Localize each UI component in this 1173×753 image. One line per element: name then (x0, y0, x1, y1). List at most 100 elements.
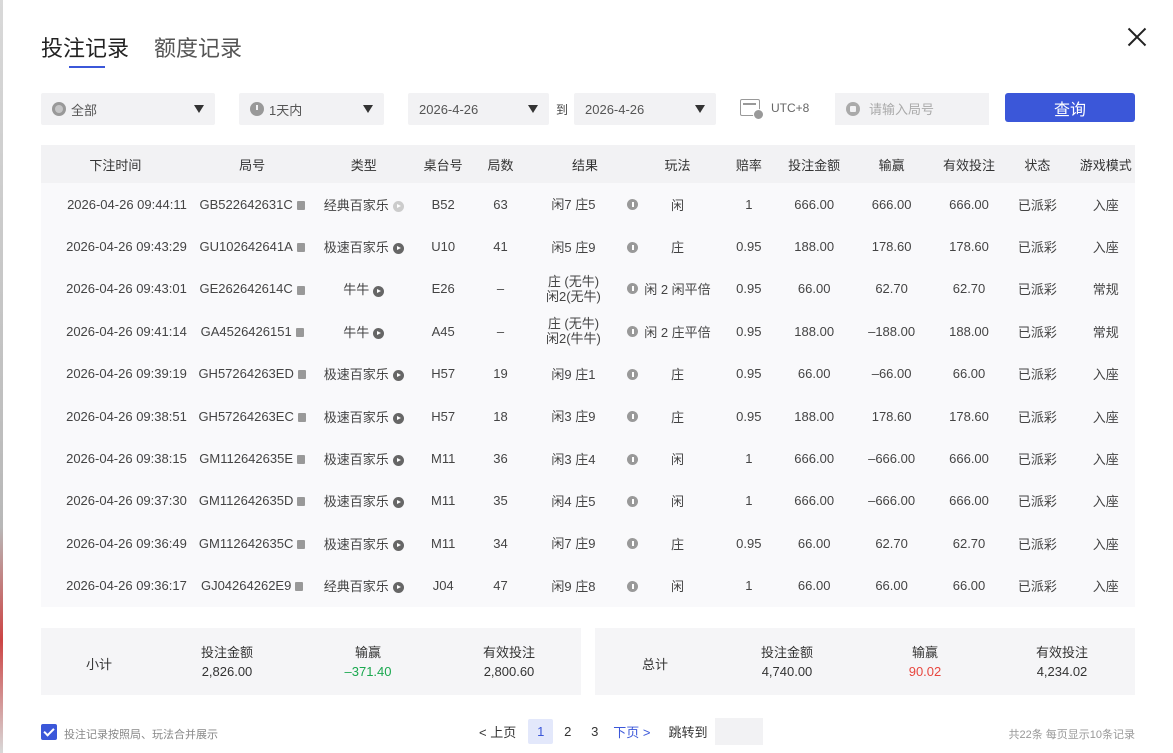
play-video-icon[interactable] (392, 200, 404, 212)
valid-bet-text: 178.60 (949, 239, 989, 255)
tab-credit-records[interactable]: 额度记录 (154, 34, 242, 68)
info-icon[interactable] (627, 199, 639, 211)
table-row[interactable]: 2026-04-26 09:44:11 GB522642631C 经典百家乐 B52 6… (41, 183, 1135, 226)
bet-time-text: 2026-04-26 09:41:14 (66, 323, 187, 339)
column-header: 状态 (1024, 157, 1051, 173)
game-mode-text: 入座 (1092, 240, 1119, 256)
play-video-icon[interactable] (373, 327, 385, 339)
result-line: 闲2(牛牛) (546, 331, 601, 347)
odds: 1 (713, 565, 785, 607)
bet-amount-text: 66.00 (797, 535, 831, 551)
play-video-icon[interactable] (392, 497, 404, 509)
column-header: 游戏模式 (1079, 157, 1132, 173)
play-video-icon[interactable] (392, 370, 404, 382)
game-type-text: 极速百家乐 (323, 494, 389, 510)
round-count: 41 (473, 225, 527, 267)
copy-icon[interactable] (296, 285, 305, 295)
game-mode-text: 入座 (1092, 579, 1119, 595)
table-row[interactable]: 2026-04-26 09:38:15 GM112642635E 极速百家乐 M11 3… (41, 437, 1135, 480)
win-loss-text: –666.00 (868, 493, 916, 509)
bet-amount-text: 188.00 (794, 323, 835, 339)
copy-icon[interactable] (295, 327, 304, 337)
timezone-picker[interactable]: UTC+8 (740, 99, 809, 120)
game-mode-text: 入座 (1092, 367, 1119, 383)
close-icon[interactable] (1124, 24, 1150, 50)
table-number: M11 (413, 480, 473, 522)
play-video-icon[interactable] (392, 243, 404, 255)
game-type: 极速百家乐 (314, 522, 413, 564)
table-row[interactable]: 2026-04-26 09:41:14 GA4526426151 牛牛 A45 – 庄 (… (41, 310, 1135, 353)
bet-time-text: 2026-04-26 09:37:30 (66, 493, 187, 509)
bet-amount: 66.00 (785, 565, 843, 607)
table-row[interactable]: 2026-04-26 09:38:51 GH57264263EC 极速百家乐 H57 1… (41, 394, 1135, 438)
valid-bet: 666.00 (940, 183, 998, 225)
copy-icon[interactable] (297, 370, 306, 380)
info-icon[interactable] (627, 283, 639, 295)
play-video-icon[interactable] (392, 412, 404, 424)
game-filter-select[interactable]: 全部 (41, 93, 215, 125)
info-icon[interactable] (627, 241, 639, 253)
info-icon[interactable] (627, 495, 639, 507)
game-mode-text: 常规 (1092, 324, 1119, 340)
table-row[interactable]: 2026-04-26 09:36:49 GM112642635C 极速百家乐 M11 3… (41, 522, 1135, 565)
date-to-value: 2026-4-26 (585, 101, 645, 117)
period-filter-select[interactable]: 1天内 (239, 93, 384, 125)
date-to-select[interactable]: 2026-4-26 (574, 93, 716, 125)
table-row[interactable]: 2026-04-26 09:39:19 GH57264263ED 极速百家乐 H57 1… (41, 352, 1135, 395)
status: 已派彩 (998, 225, 1076, 267)
info-icon[interactable] (627, 538, 639, 550)
page-3-link[interactable]: 3 (582, 719, 607, 744)
copy-icon[interactable] (296, 243, 305, 253)
bet-time: 2026-04-26 09:36:17 (41, 565, 190, 607)
table-row[interactable]: 2026-04-26 09:43:01 GE262642614C 牛牛 E26 – 庄 (… (41, 267, 1135, 311)
play-video-icon[interactable] (392, 539, 404, 551)
copy-icon[interactable] (297, 455, 305, 465)
table-row[interactable]: 2026-04-26 09:37:30 GM112642635D 极速百家乐 M11 3… (41, 479, 1135, 523)
game-type-text: 极速百家乐 (323, 452, 389, 468)
round-count: 47 (473, 565, 527, 607)
result-line: 闲4 庄5 (551, 493, 596, 509)
odds: 0.95 (713, 395, 785, 437)
subtotal-amount-value: 2,826.00 (201, 664, 253, 679)
query-button[interactable]: 查询 (1005, 93, 1135, 122)
copy-icon[interactable] (297, 412, 306, 422)
column-header: 投注金额 (788, 157, 841, 173)
play-video-icon[interactable] (392, 582, 404, 594)
play-video-icon[interactable] (373, 285, 385, 297)
table-row[interactable]: 2026-04-26 09:36:17 GJ04264262E9 经典百家乐 J04 4… (41, 564, 1135, 607)
play-video-icon[interactable] (392, 455, 404, 467)
date-range-separator: 到 (556, 103, 569, 117)
next-page-link[interactable]: 下页 > (613, 722, 650, 741)
round-number-input[interactable] (867, 100, 981, 118)
copy-icon[interactable] (295, 582, 304, 592)
page-1-link[interactable]: 1 (528, 719, 554, 744)
page-2-link[interactable]: 2 (555, 719, 580, 744)
game-mode: 入座 (1077, 480, 1135, 522)
table-row[interactable]: 2026-04-26 09:43:29 GU102642641A 极速百家乐 U10 4… (41, 225, 1135, 268)
merge-records-checkbox[interactable] (41, 724, 57, 740)
table-number: U10 (413, 225, 473, 267)
info-icon[interactable] (627, 325, 639, 337)
bet-time: 2026-04-26 09:44:11 (41, 183, 190, 225)
info-icon[interactable] (627, 411, 639, 423)
info-icon[interactable] (627, 580, 639, 592)
round-search (835, 93, 989, 125)
copy-icon[interactable] (297, 497, 306, 507)
win-loss-text: 666.00 (871, 196, 912, 212)
date-from-select[interactable]: 2026-4-26 (408, 93, 549, 125)
round-count-text: 18 (493, 408, 508, 424)
round-count: – (473, 268, 527, 310)
info-icon[interactable] (627, 453, 639, 465)
info-icon[interactable] (627, 368, 639, 380)
prev-page-link[interactable]: < 上页 (479, 722, 516, 741)
jump-page-input[interactable] (715, 718, 764, 745)
game-type: 牛牛 (314, 310, 413, 352)
bet-amount: 66.00 (785, 522, 843, 564)
odds: 0.95 (713, 353, 785, 395)
copy-icon[interactable] (296, 200, 305, 210)
tab-bet-records[interactable]: 投注记录 (41, 34, 129, 68)
win-loss: –666.00 (843, 437, 940, 479)
bet-type: 闲 2 闲平倍 (642, 268, 712, 310)
copy-icon[interactable] (297, 539, 306, 549)
odds: 0.95 (713, 310, 785, 352)
